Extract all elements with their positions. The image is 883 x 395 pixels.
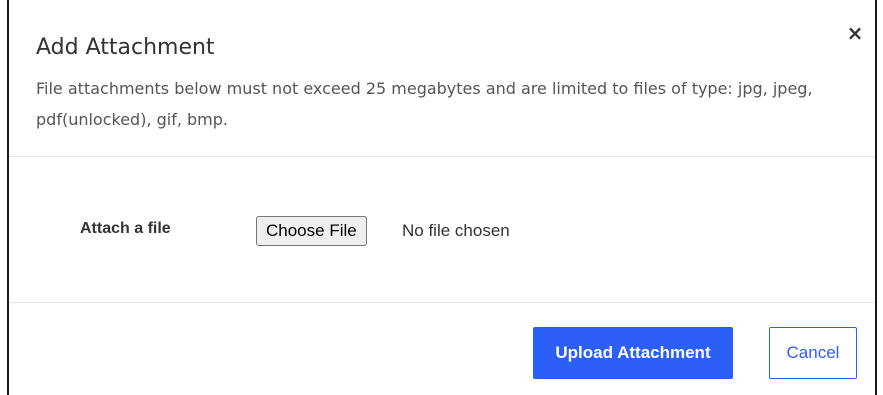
dialog-description: File attachments below must not exceed 2… <box>36 79 813 129</box>
file-status-text: No file chosen <box>402 221 510 240</box>
choose-file-button[interactable]: Choose File <box>256 216 367 246</box>
upload-attachment-button[interactable]: Upload Attachment <box>533 327 733 379</box>
attach-file-label: Attach a file <box>80 220 171 237</box>
window-edge-right <box>875 0 877 395</box>
cancel-button[interactable]: Cancel <box>769 327 857 379</box>
add-attachment-dialog: Add Attachment × File attachments below … <box>9 0 875 395</box>
close-icon[interactable]: × <box>844 22 866 44</box>
dialog-body: Attach a file Choose File No file chosen <box>9 157 875 303</box>
dialog-footer: Upload Attachment Cancel <box>9 303 875 395</box>
screen: Add Attachment × File attachments below … <box>0 0 883 395</box>
dialog-title: Add Attachment <box>36 35 215 60</box>
dialog-header: Add Attachment × File attachments below … <box>9 0 875 157</box>
